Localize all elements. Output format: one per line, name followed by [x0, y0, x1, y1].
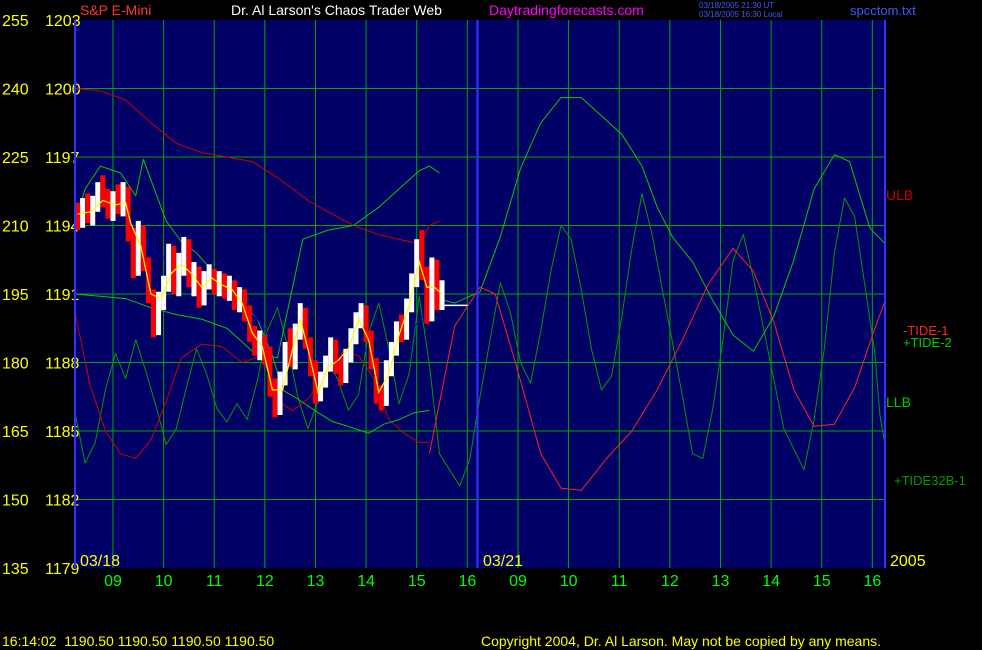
y-tick-label: 150: [2, 493, 29, 510]
timestamp-ut: 03/18/2005 21:30 UT: [699, 1, 774, 10]
chaos-trader-chart: 255 1203240 1200225 1197210 1194195 1191180 11…: [0, 0, 982, 650]
data-filename: spcctom.txt: [850, 3, 916, 18]
year-label: 2005: [890, 553, 926, 570]
x-tick-label: 12: [256, 573, 274, 590]
x-tick-label: 14: [357, 573, 375, 590]
y-tick-label: 225: [2, 150, 29, 167]
x-tick-label: 11: [206, 573, 223, 590]
quote-readout: 16:14:02 1190.50 1190.50 1190.50 1190.50: [2, 633, 274, 649]
x-tick-label: 13: [307, 573, 325, 590]
x-tick-label: 13: [712, 573, 730, 590]
label-ulb: ULB: [886, 187, 913, 203]
label-llb: LLB: [886, 394, 911, 410]
label-tide32: +TIDE32B-1: [894, 473, 966, 488]
x-tick-label: 10: [155, 573, 173, 590]
date-label-second: 03/21: [483, 553, 523, 570]
x-tick-label: 16: [863, 573, 881, 590]
x-tick-label: 16: [458, 573, 476, 590]
x-tick-label: 11: [611, 573, 628, 590]
date-label-start: 03/18: [80, 553, 120, 570]
x-tick-label: 15: [813, 573, 831, 590]
y-tick-label: 165: [2, 424, 29, 441]
y-tick-label: 135: [2, 561, 29, 578]
chart-title: Dr. Al Larson's Chaos Trader Web: [231, 2, 442, 18]
y-tick-label: 195: [2, 287, 29, 304]
y-tick-label: 210: [2, 219, 29, 236]
x-tick-label: 14: [762, 573, 780, 590]
copyright-notice: Copyright 2004, Dr. Al Larson. May not b…: [481, 633, 881, 649]
label-tide2: +TIDE-2: [903, 335, 952, 350]
y-tick-label: 180: [2, 356, 29, 373]
y-tick-label: 255: [2, 13, 29, 30]
chart-window: 255 1203 240 1200 225 1197 210 1194 195 1191 180 11…: [0, 0, 982, 650]
timestamp-local: 03/18/2005 16:30 Local: [699, 10, 783, 19]
y-tick-label: 240: [2, 82, 29, 99]
x-tick-label: 10: [560, 573, 578, 590]
x-tick-label: 15: [408, 573, 426, 590]
symbol-label: S&P E-Mini: [80, 2, 151, 18]
site-link[interactable]: Daytradingforecasts.com: [489, 2, 644, 18]
x-tick-label: 09: [104, 573, 122, 590]
x-tick-label: 12: [661, 573, 679, 590]
x-tick-label: 09: [509, 573, 527, 590]
